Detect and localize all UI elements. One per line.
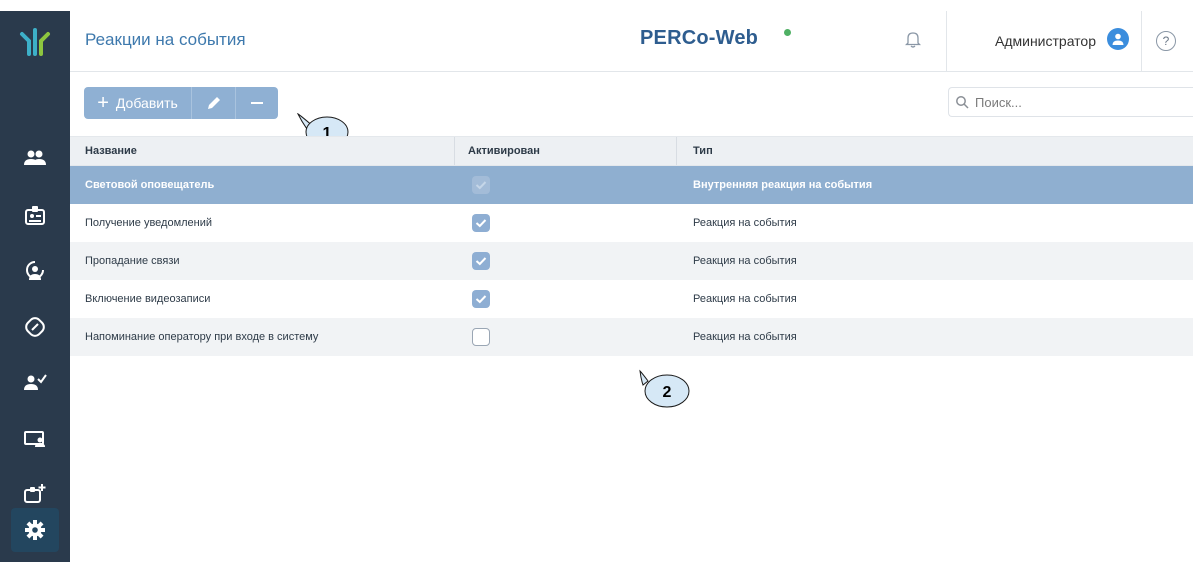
active-checkbox[interactable]	[472, 252, 490, 270]
sidebar-item-visitors[interactable]	[14, 251, 56, 291]
table-row[interactable]: Пропадание связи Реакция на события	[70, 242, 1193, 280]
remove-button[interactable]	[236, 87, 278, 119]
active-checkbox[interactable]	[472, 176, 490, 194]
brand-logo: PERCo-Web	[640, 27, 759, 49]
column-divider	[676, 137, 677, 165]
search-input[interactable]	[975, 94, 1175, 110]
cell-name: Получение уведомлений	[85, 217, 213, 229]
active-checkbox[interactable]	[472, 328, 490, 346]
header-divider	[1141, 11, 1142, 71]
add-button-label: Добавить	[115, 95, 178, 111]
perco-logo[interactable]	[0, 11, 70, 71]
pencil-icon	[207, 97, 220, 109]
column-header-type[interactable]: Тип	[693, 137, 713, 165]
sidebar-item-staff[interactable]	[14, 138, 56, 178]
sidebar-item-badges[interactable]	[14, 195, 56, 235]
cell-type: Реакция на события	[693, 217, 797, 229]
brand-dot	[784, 29, 791, 36]
plus-icon: +	[97, 92, 109, 114]
column-header-name[interactable]: Название	[85, 137, 137, 165]
table-header: Название Активирован Тип	[70, 136, 1193, 166]
table-row[interactable]: Напоминание оператору при входе в систем…	[70, 318, 1193, 356]
sidebar-item-add-badge[interactable]	[14, 473, 56, 513]
access-icon	[25, 317, 45, 337]
search-icon	[956, 96, 969, 109]
active-checkbox[interactable]	[472, 290, 490, 308]
staff-icon	[24, 150, 46, 165]
column-header-active[interactable]: Активирован	[468, 137, 540, 165]
table-row[interactable]: Получение уведомлений Реакция на события	[70, 204, 1193, 242]
table-row[interactable]: Включение видеозаписи Реакция на события	[70, 280, 1193, 318]
visitor-icon	[26, 261, 44, 280]
header-divider	[946, 11, 947, 71]
monitoring-icon	[24, 431, 45, 447]
search-box	[948, 87, 1193, 117]
notifications-bell-icon[interactable]	[904, 30, 922, 53]
sidebar-item-monitoring[interactable]	[14, 419, 56, 459]
sidebar	[0, 11, 70, 562]
user-avatar-icon[interactable]	[1107, 28, 1129, 50]
cell-name: Напоминание оператору при входе в систем…	[85, 331, 319, 343]
callout-2: 2	[639, 369, 690, 408]
user-check-icon	[24, 374, 47, 390]
edit-button[interactable]	[192, 87, 236, 119]
add-badge-icon	[24, 484, 46, 503]
sidebar-item-settings[interactable]	[11, 508, 59, 552]
reactions-table: Название Активирован Тип Световой оповещ…	[70, 136, 1193, 356]
add-button[interactable]: + Добавить	[84, 87, 192, 119]
cell-name: Пропадание связи	[85, 255, 180, 267]
active-checkbox[interactable]	[472, 214, 490, 232]
cell-type: Реакция на события	[693, 331, 797, 343]
cell-name: Световой оповещатель	[85, 179, 215, 191]
page-title: Реакции на события	[85, 30, 246, 49]
cell-type: Реакция на события	[693, 293, 797, 305]
sidebar-item-access[interactable]	[14, 307, 56, 347]
cell-type: Внутренняя реакция на события	[693, 179, 873, 191]
table-row[interactable]: Световой оповещатель Внутренняя реакция …	[70, 166, 1193, 204]
header: Реакции на события PERCo-Web Администрат…	[70, 11, 1193, 72]
sidebar-item-user-check[interactable]	[14, 362, 56, 402]
callout-2-label: 2	[663, 384, 672, 401]
cell-name: Включение видеозаписи	[85, 293, 211, 305]
top-strip	[0, 0, 1193, 11]
minus-icon	[251, 102, 263, 104]
column-divider	[454, 137, 455, 165]
settings-gear-icon	[25, 520, 45, 540]
help-icon[interactable]: ?	[1156, 31, 1176, 51]
badge-icon	[25, 206, 45, 225]
main-area: Реакции на события PERCo-Web Администрат…	[70, 11, 1193, 562]
toolbar: + Добавить	[84, 87, 278, 119]
cell-type: Реакция на события	[693, 255, 797, 267]
user-name[interactable]: Администратор	[995, 33, 1096, 49]
